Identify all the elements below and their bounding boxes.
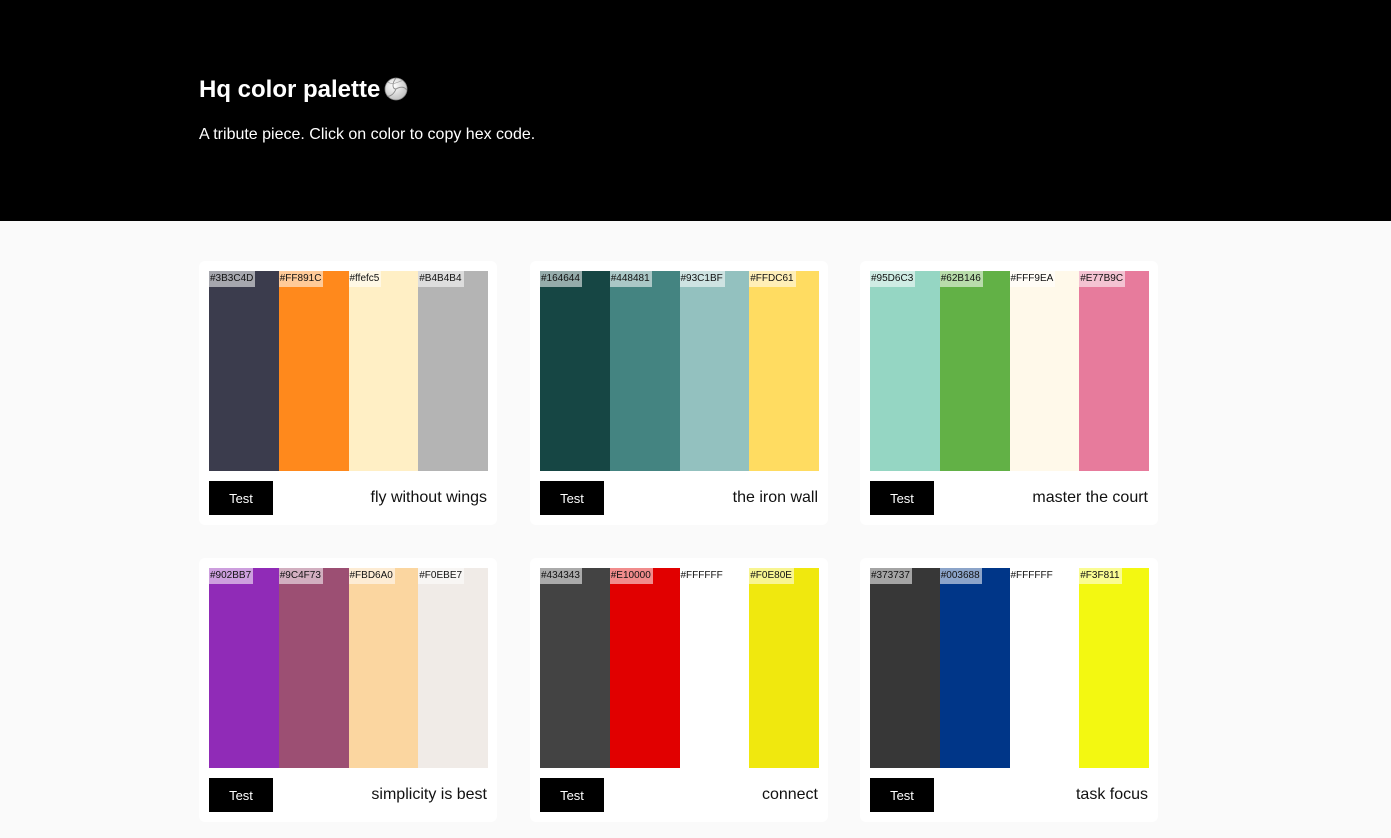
color-swatch[interactable]: #ffefc5: [348, 271, 419, 471]
palette-name: fly without wings: [370, 489, 488, 506]
palette-name: task focus: [1075, 786, 1148, 803]
test-button[interactable]: Test: [209, 778, 273, 812]
test-button[interactable]: Test: [870, 481, 934, 515]
page-title-text: Hq color palette: [199, 76, 381, 103]
color-swatch[interactable]: #FFFFFF: [679, 568, 750, 768]
palette-card: #902BB7 #9C4F73 #FBD6A0 #F0EBE7 Test sim…: [199, 558, 497, 822]
color-swatch[interactable]: #F0E80E: [749, 568, 819, 768]
hex-code-label: #9C4F73: [278, 568, 323, 584]
hex-code-label: #95D6C3: [870, 271, 916, 287]
color-swatch[interactable]: #FF891C: [278, 271, 349, 471]
palette-card: #434343 #E10000 #FFFFFF #F0E80E Test con…: [530, 558, 828, 822]
hex-code-label: #B4B4B4: [418, 271, 464, 287]
color-swatch[interactable]: #FFF9EA: [1009, 271, 1080, 471]
color-swatch[interactable]: #373737: [870, 568, 940, 768]
test-button[interactable]: Test: [540, 778, 604, 812]
hex-code-label: #373737: [870, 568, 912, 584]
hex-code-label: #62B146: [939, 271, 983, 287]
hex-code-label: #FFFFFF: [679, 568, 725, 584]
test-button[interactable]: Test: [540, 481, 604, 515]
hex-code-label: #E10000: [609, 568, 653, 584]
color-swatch[interactable]: #95D6C3: [870, 271, 940, 471]
color-swatch[interactable]: #93C1BF: [679, 271, 750, 471]
color-swatch[interactable]: #902BB7: [209, 568, 279, 768]
hex-code-label: #F0EBE7: [418, 568, 465, 584]
color-swatch[interactable]: #62B146: [939, 271, 1010, 471]
color-swatch[interactable]: #448481: [609, 271, 680, 471]
color-swatch[interactable]: #434343: [540, 568, 610, 768]
color-swatch[interactable]: #FBD6A0: [348, 568, 419, 768]
swatch-row: #373737 #003688 #FFFFFF #F3F811: [870, 568, 1149, 768]
palette-name: simplicity is best: [371, 786, 487, 803]
hex-code-label: #F3F811: [1079, 568, 1122, 584]
palette-name: connect: [761, 786, 818, 803]
page-header: Hq color palette A tribute piece. Click …: [0, 0, 1391, 221]
test-button[interactable]: Test: [209, 481, 273, 515]
palette-card: #373737 #003688 #FFFFFF #F3F811 Test tas…: [860, 558, 1158, 822]
color-swatch[interactable]: #FFFFFF: [1009, 568, 1080, 768]
page-title: Hq color palette: [199, 74, 408, 106]
hex-code-label: #93C1BF: [679, 271, 725, 287]
hex-code-label: #F0E80E: [749, 568, 794, 584]
color-swatch[interactable]: #003688: [939, 568, 1010, 768]
hex-code-label: #902BB7: [209, 568, 254, 584]
volleyball-icon: [384, 77, 408, 101]
swatch-row: #95D6C3 #62B146 #FFF9EA #E77B9C: [870, 271, 1149, 471]
palette-name: the iron wall: [732, 489, 818, 506]
color-swatch[interactable]: #F0EBE7: [418, 568, 488, 768]
hex-code-label: #434343: [540, 568, 582, 584]
hex-code-label: #448481: [609, 271, 652, 287]
palette-card: #164644 #448481 #93C1BF #FFDC61 Test the…: [530, 261, 828, 525]
color-swatch[interactable]: #3B3C4D: [209, 271, 279, 471]
page-subtitle: A tribute piece. Click on color to copy …: [199, 126, 536, 143]
hex-code-label: #FBD6A0: [348, 568, 395, 584]
color-swatch[interactable]: #F3F811: [1079, 568, 1149, 768]
color-swatch[interactable]: #164644: [540, 271, 610, 471]
palette-card: #95D6C3 #62B146 #FFF9EA #E77B9C Test mas…: [860, 261, 1158, 525]
hex-code-label: #003688: [939, 568, 982, 584]
hex-code-label: #E77B9C: [1079, 271, 1126, 287]
swatch-row: #902BB7 #9C4F73 #FBD6A0 #F0EBE7: [209, 568, 488, 768]
hex-code-label: #164644: [540, 271, 582, 287]
color-swatch[interactable]: #E77B9C: [1079, 271, 1149, 471]
hex-code-label: #FFDC61: [749, 271, 796, 287]
hex-code-label: #FF891C: [278, 271, 324, 287]
swatch-row: #164644 #448481 #93C1BF #FFDC61: [540, 271, 819, 471]
color-swatch[interactable]: #B4B4B4: [418, 271, 488, 471]
hex-code-label: #3B3C4D: [209, 271, 256, 287]
swatch-row: #434343 #E10000 #FFFFFF #F0E80E: [540, 568, 819, 768]
hex-code-label: #FFFFFF: [1009, 568, 1055, 584]
swatch-row: #3B3C4D #FF891C #ffefc5 #B4B4B4: [209, 271, 488, 471]
hex-code-label: #ffefc5: [348, 271, 382, 287]
color-swatch[interactable]: #FFDC61: [749, 271, 819, 471]
palette-card: #3B3C4D #FF891C #ffefc5 #B4B4B4 Test fly…: [199, 261, 497, 525]
hex-code-label: #FFF9EA: [1009, 271, 1056, 287]
test-button[interactable]: Test: [870, 778, 934, 812]
palette-name: master the court: [1032, 489, 1148, 506]
color-swatch[interactable]: #E10000: [609, 568, 680, 768]
color-swatch[interactable]: #9C4F73: [278, 568, 349, 768]
